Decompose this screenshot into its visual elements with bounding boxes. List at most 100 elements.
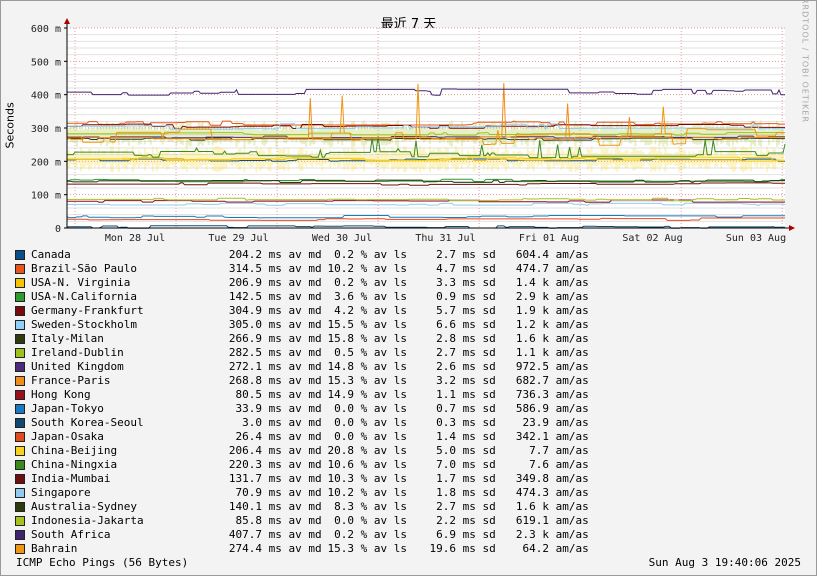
legend-sd: 2.6 [436,360,456,373]
legend-avg-unit: ms av md [262,472,322,485]
legend-sd: 1.8 [436,486,456,499]
legend-am-unit: am/as [549,290,589,303]
legend-am: 619.1 [515,514,549,527]
legend-am: 586.9 [515,402,549,415]
legend-name: China-Beijing [31,444,118,457]
legend-sd: 0.3 [436,416,456,429]
y-tick-label: 500 m [31,57,61,68]
legend-loss-unit: % av ls [354,262,407,275]
legend-sd-unit: ms sd [456,318,496,331]
legend-row: China-Ningxia 220.3 ms av md 10.6 % av ls 7… [15,458,589,472]
legend-am-unit: am/as [549,500,589,513]
legend-am: 972.5 [515,360,549,373]
legend-sd-unit: ms sd [456,276,496,289]
legend-loss: 15.3 [327,374,355,387]
x-tick-label: Fri 01 Aug [519,233,579,244]
legend-swatch [15,376,25,386]
legend-am-unit: am/as [549,430,589,443]
legend-row: Germany-Frankfurt 304.9 ms av md 4.2 % av … [15,304,589,318]
legend-sd-unit: ms sd [456,388,496,401]
legend-am-unit: am/as [549,248,589,261]
legend-am: 736.3 [515,388,549,401]
y-tick-label: 400 m [31,91,61,102]
legend-am: 2.3 k [515,528,549,541]
legend-avg: 142.5 [228,290,262,303]
legend-name: France-Paris [31,374,111,387]
legend-am-unit: am/as [549,444,589,457]
legend-avg: 268.8 [228,374,262,387]
legend-row: Hong Kong 80.5 ms av md 14.9 % av ls 1.1 ms… [15,388,589,402]
legend-sd: 5.7 [436,304,456,317]
legend-swatch [15,544,25,554]
legend-loss: 0.2 [334,528,354,541]
legend-loss-unit: % av ls [354,318,407,331]
x-tick-label: Sat 02 Aug [622,233,682,244]
legend-sd: 2.7 [436,500,456,513]
legend-name: Bahrain [31,542,78,555]
legend-name: Sweden-Stockholm [31,318,137,331]
legend-name: USA-N. Virginia [31,276,131,289]
legend-am: 23.9 [522,416,550,429]
legend-am-unit: am/as [549,276,589,289]
legend-swatch [15,446,25,456]
y-tick-label: 100 m [31,191,61,202]
legend-avg: 33.9 [235,402,263,415]
y-tick-label: 300 m [31,124,61,135]
legend-name: Germany-Frankfurt [31,304,144,317]
legend-name: South Korea-Seoul [31,416,144,429]
legend-sd-unit: ms sd [456,528,496,541]
legend-loss: 15.8 [327,332,355,345]
legend-swatch [15,278,25,288]
legend-sd: 0.7 [436,402,456,415]
legend-sd: 1.4 [436,430,456,443]
legend-loss: 8.3 [334,500,354,513]
legend-sd-unit: ms sd [456,458,496,471]
legend-avg: 407.7 [228,528,262,541]
legend-avg-unit: ms av md [262,276,322,289]
legend-row: United Kingdom 272.1 ms av md 14.8 % av ls… [15,360,589,374]
legend-avg-unit: ms av md [262,416,322,429]
legend-loss-unit: % av ls [354,500,407,513]
legend-row: France-Paris 268.8 ms av md 15.3 % av ls 3.… [15,374,589,388]
legend-am-unit: am/as [549,514,589,527]
legend-name: South Africa [31,528,111,541]
legend-row: Canada 204.2 ms av md 0.2 % av ls 2.7 ms sd… [15,248,589,262]
legend-am: 7.7 [529,444,549,457]
legend-am: 7.6 [529,458,549,471]
legend-loss: 15.5 [327,318,355,331]
legend-sd: 3.3 [436,276,456,289]
y-axis-arrow [64,18,70,24]
legend-am: 604.4 [515,248,549,261]
legend-loss: 3.6 [334,290,354,303]
legend-avg-unit: ms av md [262,528,322,541]
legend-avg-unit: ms av md [262,486,322,499]
legend-swatch [15,488,25,498]
legend-swatch [15,390,25,400]
timestamp: Sun Aug 3 19:40:06 2025 [648,556,801,569]
legend-name: Singapore [31,486,91,499]
legend-swatch [15,306,25,316]
legend-avg: 206.9 [228,276,262,289]
legend-row: China-Beijing 206.4 ms av md 20.8 % av ls 5… [15,444,589,458]
legend-sd-unit: ms sd [456,262,496,275]
legend-row: Sweden-Stockholm 305.0 ms av md 15.5 % av … [15,318,589,332]
legend-row: Japan-Tokyo 33.9 ms av md 0.0 % av ls 0.7 m… [15,402,589,416]
legend-sd: 19.6 [429,542,457,555]
legend-avg-unit: ms av md [262,346,322,359]
legend-am: 1.6 k [515,332,549,345]
legend-avg-unit: ms av md [262,542,322,555]
legend-am-unit: am/as [549,542,589,555]
legend-loss-unit: % av ls [354,528,407,541]
legend-loss-unit: % av ls [354,388,407,401]
legend-loss-unit: % av ls [354,276,407,289]
legend-am-unit: am/as [549,304,589,317]
legend-am: 1.4 k [515,276,549,289]
x-tick-label: Sun 03 Aug [726,233,786,244]
legend-loss: 0.0 [334,430,354,443]
legend-sd-unit: ms sd [456,486,496,499]
legend-name: Brazil-São Paulo [31,262,137,275]
x-tick-label: Thu 31 Jul [415,233,475,244]
legend-avg: 305.0 [228,318,262,331]
legend-am-unit: am/as [549,332,589,345]
legend-loss-unit: % av ls [354,374,407,387]
